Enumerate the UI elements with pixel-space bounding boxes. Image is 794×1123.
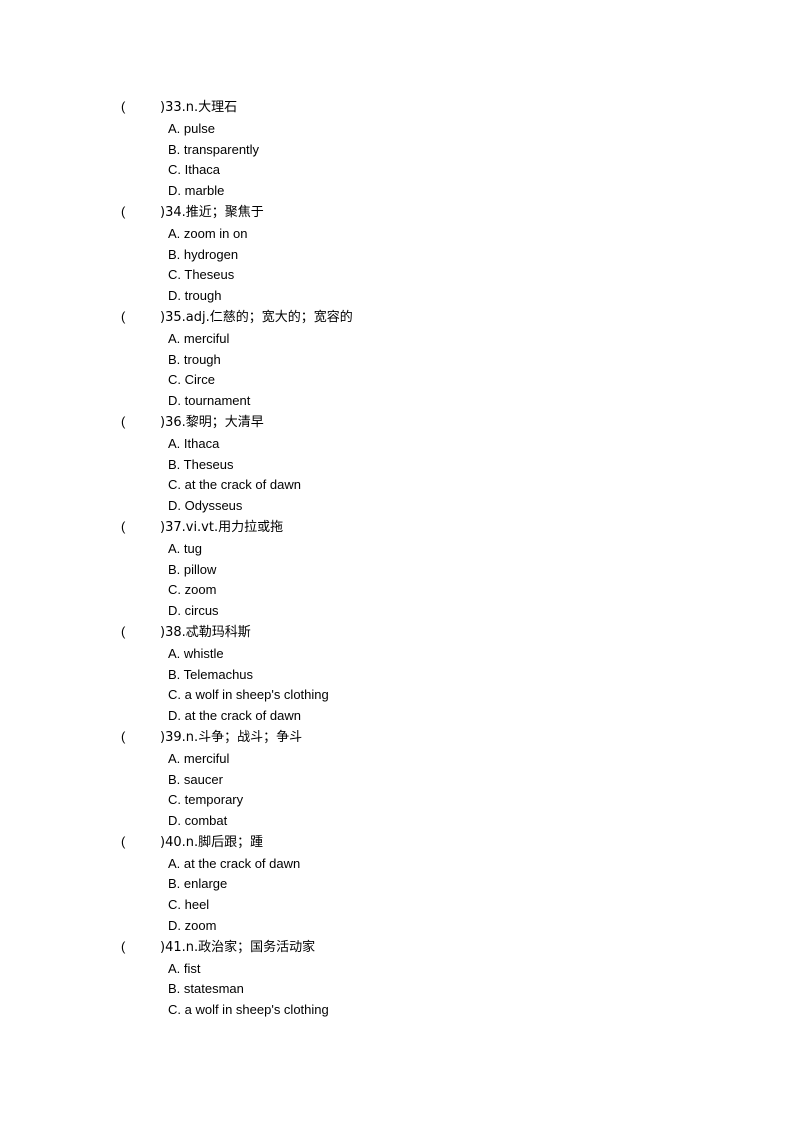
question-stem: ()37.vi.vt.用力拉或拖 (121, 517, 681, 539)
answer-blank[interactable]: ( (121, 202, 160, 223)
answer-option[interactable]: A. merciful (121, 329, 681, 350)
answer-option[interactable]: B. trough (121, 350, 681, 371)
question-block: ()37.vi.vt.用力拉或拖 A. tug B. pillow C. zoom D.… (121, 517, 681, 622)
answer-option[interactable]: C. heel (121, 895, 681, 916)
answer-option[interactable]: D. Odysseus (121, 496, 681, 517)
answer-option[interactable]: C. Theseus (121, 265, 681, 286)
answer-blank[interactable]: ( (121, 517, 160, 538)
question-stem-text: )40.n.脚后跟；踵 (160, 834, 264, 850)
question-stem-text: )36.黎明；大清早 (160, 414, 264, 430)
answer-option[interactable]: D. at the crack of dawn (121, 706, 681, 727)
answer-option[interactable]: B. statesman (121, 979, 681, 1000)
answer-blank[interactable]: ( (121, 832, 160, 853)
question-block: ()41.n.政治家；国务活动家 A. fist B. statesman C. a … (121, 937, 681, 1021)
question-stem: ()36.黎明；大清早 (121, 412, 681, 434)
question-stem-text: )38.忒勒玛科斯 (160, 624, 251, 640)
question-stem: ()40.n.脚后跟；踵 (121, 832, 681, 854)
answer-option[interactable]: A. whistle (121, 644, 681, 665)
answer-option[interactable]: D. marble (121, 181, 681, 202)
question-stem-text: )41.n.政治家；国务活动家 (160, 939, 316, 955)
answer-option[interactable]: D. tournament (121, 391, 681, 412)
answer-option[interactable]: A. tug (121, 539, 681, 560)
question-block: ()33.n.大理石 A. pulse B. transparently C. Ith… (121, 97, 681, 202)
answer-blank[interactable]: ( (121, 727, 160, 748)
answer-option[interactable]: A. merciful (121, 749, 681, 770)
answer-option[interactable]: B. saucer (121, 770, 681, 791)
answer-option[interactable]: C. at the crack of dawn (121, 475, 681, 496)
answer-option[interactable]: A. at the crack of dawn (121, 854, 681, 875)
answer-blank[interactable]: ( (121, 412, 160, 433)
answer-option[interactable]: D. trough (121, 286, 681, 307)
answer-option[interactable]: D. circus (121, 601, 681, 622)
answer-option[interactable]: D. zoom (121, 916, 681, 937)
question-stem-text: )37.vi.vt.用力拉或拖 (160, 519, 284, 535)
answer-option[interactable]: C. Ithaca (121, 160, 681, 181)
answer-option[interactable]: A. fist (121, 959, 681, 980)
question-block: ()39.n.斗争；战斗；争斗 A. merciful B. saucer C. te… (121, 727, 681, 832)
answer-blank[interactable]: ( (121, 937, 160, 958)
answer-option[interactable]: B. enlarge (121, 874, 681, 895)
answer-option[interactable]: B. Theseus (121, 455, 681, 476)
answer-option[interactable]: C. a wolf in sheep's clothing (121, 1000, 681, 1021)
question-stem: ()33.n.大理石 (121, 97, 681, 119)
answer-option[interactable]: C. Circe (121, 370, 681, 391)
answer-option[interactable]: B. pillow (121, 560, 681, 581)
answer-option[interactable]: B. hydrogen (121, 245, 681, 266)
question-block: ()38.忒勒玛科斯 A. whistle B. Telemachus C. a wo… (121, 622, 681, 727)
question-block: ()34.推近；聚焦于 A. zoom in on B. hydrogen C. Th… (121, 202, 681, 307)
question-stem-text: )34.推近；聚焦于 (160, 204, 264, 220)
question-block: ()35.adj.仁慈的；宽大的；宽容的 A. merciful B. trough… (121, 307, 681, 412)
question-stem: ()34.推近；聚焦于 (121, 202, 681, 224)
document-page: ()33.n.大理石 A. pulse B. transparently C. Ith… (0, 0, 794, 1123)
question-stem: ()35.adj.仁慈的；宽大的；宽容的 (121, 307, 681, 329)
question-stem: ()41.n.政治家；国务活动家 (121, 937, 681, 959)
question-list: ()33.n.大理石 A. pulse B. transparently C. Ith… (121, 97, 681, 1021)
answer-option[interactable]: A. zoom in on (121, 224, 681, 245)
answer-blank[interactable]: ( (121, 97, 160, 118)
question-stem-text: )33.n.大理石 (160, 100, 238, 115)
question-stem: ()38.忒勒玛科斯 (121, 622, 681, 644)
question-block: ()36.黎明；大清早 A. Ithaca B. Theseus C. at the … (121, 412, 681, 517)
answer-option[interactable]: B. Telemachus (121, 665, 681, 686)
question-stem-text: )35.adj.仁慈的；宽大的；宽容的 (160, 309, 353, 325)
answer-option[interactable]: B. transparently (121, 140, 681, 161)
question-block: ()40.n.脚后跟；踵 A. at the crack of dawn B. en… (121, 832, 681, 937)
answer-option[interactable]: A. Ithaca (121, 434, 681, 455)
answer-blank[interactable]: ( (121, 307, 160, 328)
answer-option[interactable]: C. temporary (121, 790, 681, 811)
question-stem: ()39.n.斗争；战斗；争斗 (121, 727, 681, 749)
answer-blank[interactable]: ( (121, 622, 160, 643)
answer-option[interactable]: C. zoom (121, 580, 681, 601)
answer-option[interactable]: A. pulse (121, 119, 681, 140)
question-stem-text: )39.n.斗争；战斗；争斗 (160, 729, 303, 745)
answer-option[interactable]: C. a wolf in sheep's clothing (121, 685, 681, 706)
answer-option[interactable]: D. combat (121, 811, 681, 832)
